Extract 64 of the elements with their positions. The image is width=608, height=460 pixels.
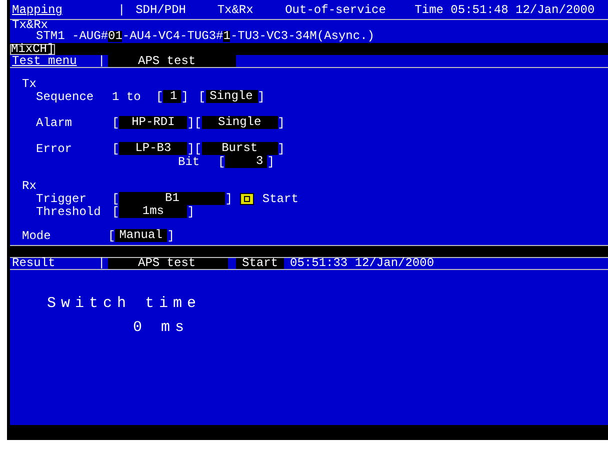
separator: | <box>98 258 106 269</box>
bracket: [ <box>112 192 120 204</box>
field-label: Mode <box>22 230 52 242</box>
field-label: Error <box>36 142 74 154</box>
checkbox-label: Start <box>262 192 298 204</box>
bracket: [ <box>218 156 226 168</box>
sequence-field[interactable]: 1 <box>163 90 182 103</box>
path-text: STM1 -AUG# <box>36 31 108 42</box>
field-label: 1 to <box>112 90 142 102</box>
alarm-type-field[interactable]: HP-RDI <box>119 116 188 129</box>
error-mode-field[interactable]: Burst <box>202 142 278 155</box>
status-text: Time 05:51:48 12/Jan/2000 <box>414 2 596 19</box>
bit-field[interactable]: 3 <box>225 155 268 168</box>
bracket: [ <box>156 90 164 102</box>
bracket: ] <box>278 142 285 154</box>
bracket: ] <box>187 206 194 218</box>
bracket: [ <box>108 230 116 242</box>
bracket: [ <box>198 90 206 102</box>
bracket: [ <box>112 206 120 218</box>
path-text: -AU4-VC4-TUG3# <box>122 31 224 42</box>
field-label: Sequence <box>36 90 95 102</box>
bracket: ] <box>187 142 194 154</box>
field-label: Alarm <box>36 116 74 128</box>
path-title: Tx&Rx <box>12 20 48 31</box>
result-label: Result <box>11 258 56 269</box>
error-type-field[interactable]: LP-B3 <box>119 142 188 155</box>
separator: | <box>98 55 106 67</box>
bracket: ] <box>187 116 194 128</box>
sequence-mode-field[interactable]: Single <box>206 90 258 103</box>
mapping-menu[interactable]: Mapping <box>10 1 110 19</box>
status-text: Tx&Rx <box>216 2 254 19</box>
bracket: ] <box>167 230 174 242</box>
metric-label: Switch time <box>47 294 202 314</box>
test-menu-tab[interactable]: Test menu <box>10 55 98 67</box>
rx-heading: Rx <box>22 179 36 193</box>
bracket: ] <box>267 156 274 168</box>
bracket: ] <box>181 90 188 102</box>
field-label: Threshold <box>36 206 102 218</box>
status-text: SDH/PDH <box>134 2 188 19</box>
metric-value: 0 ms <box>132 318 190 338</box>
bracket: ] <box>278 116 285 128</box>
bracket: [ <box>194 142 202 154</box>
test-name: APS test <box>108 258 228 269</box>
bracket: [ <box>112 142 120 154</box>
field-label: Bit <box>178 156 201 168</box>
bracket: [ <box>194 116 202 128</box>
bracket: [ <box>112 116 120 128</box>
bracket: ] <box>258 90 265 102</box>
field-label: Trigger <box>36 192 88 204</box>
alarm-mode-field[interactable]: Single <box>202 116 278 129</box>
path-text: -TU3-VC3-34M(Async.) <box>230 31 374 42</box>
status-badge: Start <box>236 258 284 269</box>
bracket: ] <box>225 192 232 204</box>
start-time: 05:51:33 12/Jan/2000 <box>290 258 434 269</box>
threshold-field[interactable]: 1ms <box>119 205 188 218</box>
start-checkbox[interactable] <box>240 192 254 204</box>
status-text: Out-of-service <box>284 2 387 19</box>
tx-heading: Tx <box>22 78 36 90</box>
test-name: APS test <box>108 55 236 67</box>
highlighted-path-text: 1 <box>223 31 230 42</box>
mode-field[interactable]: Manual <box>115 229 168 242</box>
separator: | <box>117 2 126 19</box>
highlighted-path-text: 01 <box>108 31 122 42</box>
trigger-field[interactable]: B1 <box>119 192 226 205</box>
